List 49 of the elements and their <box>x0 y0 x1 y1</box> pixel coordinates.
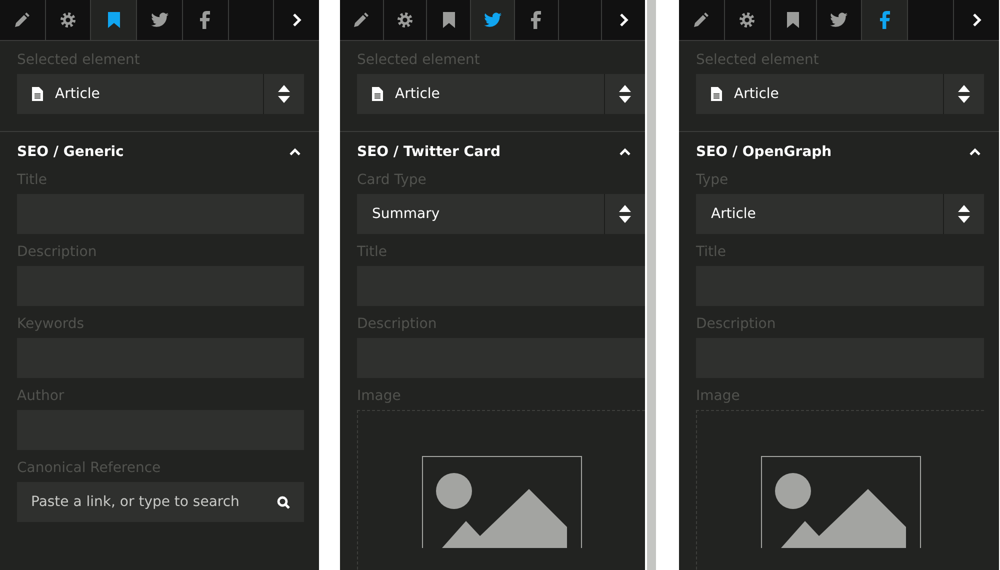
up-down-arrows-icon <box>278 84 290 104</box>
document-icon <box>32 87 43 101</box>
select-dropdown[interactable]: Article <box>357 74 645 114</box>
bookmark-icon <box>786 12 800 28</box>
facebook-icon <box>531 11 542 29</box>
facebook-icon <box>880 11 890 29</box>
pencil-icon <box>353 12 370 28</box>
chevron-right-icon <box>292 13 302 27</box>
pencil-icon <box>693 12 710 28</box>
chevron-up-icon[interactable] <box>969 148 981 156</box>
up-down-arrows-icon <box>619 84 631 104</box>
settings-icon <box>397 12 414 28</box>
section-title: SEO / Twitter Card <box>357 144 500 160</box>
settings-icon <box>60 12 76 28</box>
search-field[interactable]: Paste a link, or type to search <box>17 482 304 522</box>
image-placeholder-icon <box>760 456 920 548</box>
document-icon <box>372 87 383 101</box>
section-title: SEO / OpenGraph <box>696 144 832 160</box>
select-dropdown[interactable]: Summary <box>357 194 645 234</box>
chevron-right-icon <box>972 13 982 27</box>
section-title: SEO / Generic <box>17 144 124 160</box>
facebook-icon <box>200 11 210 29</box>
document-icon <box>711 87 722 101</box>
up-down-arrows-icon <box>619 204 631 224</box>
settings-icon <box>739 12 756 28</box>
bird-icon <box>484 12 502 28</box>
image-drop-zone[interactable] <box>696 410 984 570</box>
search-icon <box>277 496 290 508</box>
chevron-up-icon[interactable] <box>289 148 301 156</box>
select-dropdown[interactable]: Article <box>696 74 984 114</box>
scrollbar[interactable] <box>647 0 656 570</box>
chevron-right-icon <box>618 13 629 27</box>
up-down-arrows-icon <box>958 204 970 224</box>
tab[interactable] <box>471 0 515 40</box>
up-down-arrows-icon <box>958 84 970 104</box>
pencil-icon <box>14 12 30 28</box>
input-field[interactable] <box>357 266 645 306</box>
tab[interactable] <box>862 0 908 40</box>
bird-icon <box>150 12 169 28</box>
chevron-up-icon[interactable] <box>619 148 631 156</box>
input-field[interactable] <box>357 338 645 378</box>
image-placeholder-icon <box>422 456 582 548</box>
image-drop-zone[interactable] <box>357 410 645 570</box>
bookmark-icon <box>106 12 121 28</box>
select-dropdown[interactable]: Article <box>17 74 304 114</box>
bird-icon <box>830 12 848 28</box>
select-dropdown[interactable]: Article <box>696 194 984 234</box>
tab[interactable] <box>91 0 138 40</box>
bookmark-icon <box>442 12 456 28</box>
